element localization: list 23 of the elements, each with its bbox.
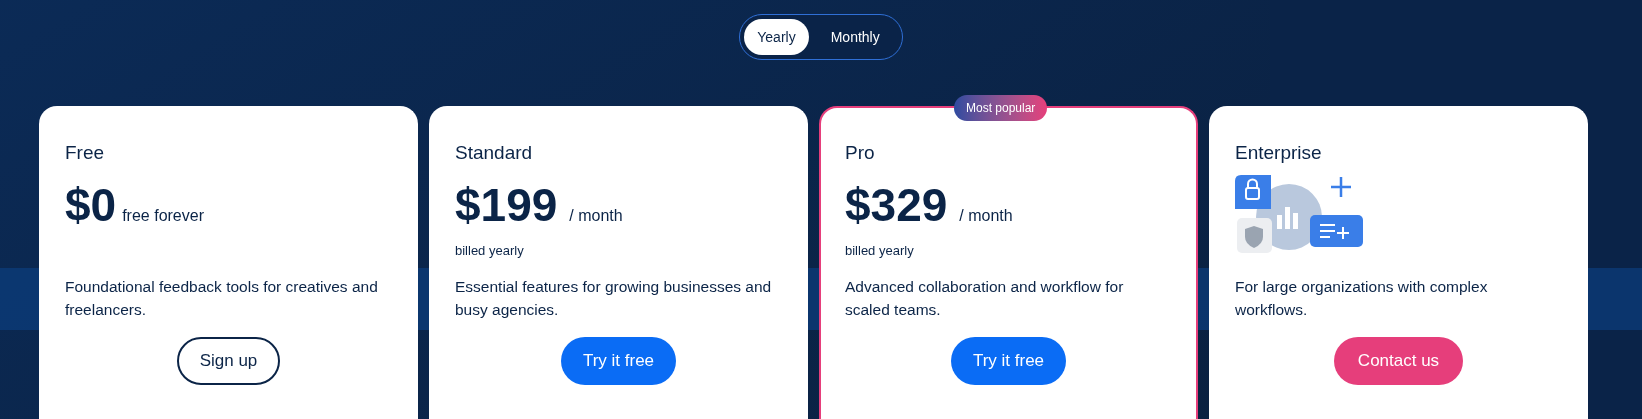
plan-button[interactable]: Try it free [950,337,1067,385]
plan-name: Standard [455,141,534,165]
plan-button[interactable]: Contact us [1333,337,1464,385]
plan-description: Advanced collaboration and workflow for scaled teams. [845,277,1125,320]
price: $0 [65,178,117,233]
price: $199 [455,178,558,233]
price-period: free forever [122,206,204,226]
price-period: / month [569,206,623,226]
billing-note: billed yearly [845,242,915,260]
plan-description: Foundational feedback tools for creatives and freelancers. [65,277,379,320]
plan-description: Essential features for growing businesses and busy agencies. [455,277,773,320]
billing-note: billed yearly [455,242,525,260]
price: $329 [845,178,948,233]
plan-button[interactable]: Sign up [176,337,281,385]
plan-description: For large organizations with complex workflows. [1235,277,1489,320]
plan-name: Enterprise [1235,141,1323,165]
popular-badge: Most popular [954,95,1048,121]
plan-name: Free [65,141,106,165]
billing-tab[interactable]: Monthly [812,19,898,55]
plan-button[interactable]: Try it free [560,337,677,385]
billing-tab[interactable]: Yearly [744,19,809,55]
price-period: / month [959,206,1013,226]
plan-name: Pro [845,141,876,165]
